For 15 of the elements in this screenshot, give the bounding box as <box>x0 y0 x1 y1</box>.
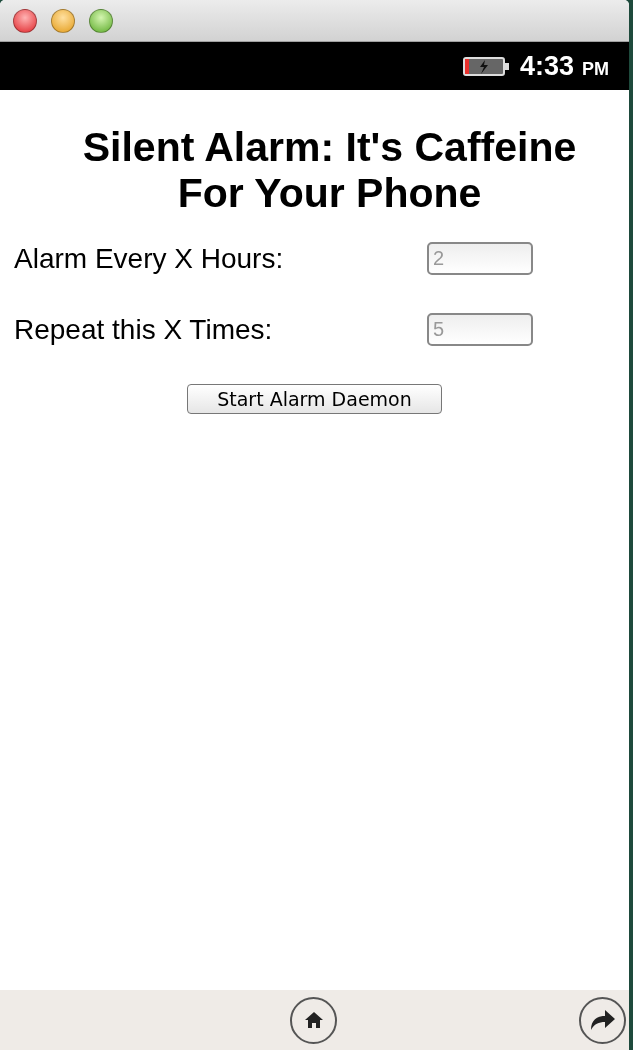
close-button[interactable] <box>13 8 37 33</box>
input-field[interactable]: 2 <box>427 242 533 275</box>
start-button[interactable]: Start Alarm Daemon <box>187 384 442 414</box>
zoom-button[interactable] <box>89 8 113 33</box>
minimize-button[interactable] <box>51 8 75 33</box>
home-button[interactable] <box>290 996 337 1044</box>
page-title: Silent Alarm: It's Caffeine For Your Phone <box>81 124 578 216</box>
redo-button[interactable] <box>579 996 626 1044</box>
field-label: Repeat this X Times: <box>14 313 273 346</box>
home-icon <box>303 1011 324 1029</box>
field-label: Alarm Every X Hours: <box>14 242 284 275</box>
clock-time: 4:33 <box>519 50 574 82</box>
input-field[interactable]: 5 <box>427 313 533 346</box>
curved-arrow-icon <box>588 1008 617 1032</box>
clock-meridiem: PM <box>582 58 609 80</box>
